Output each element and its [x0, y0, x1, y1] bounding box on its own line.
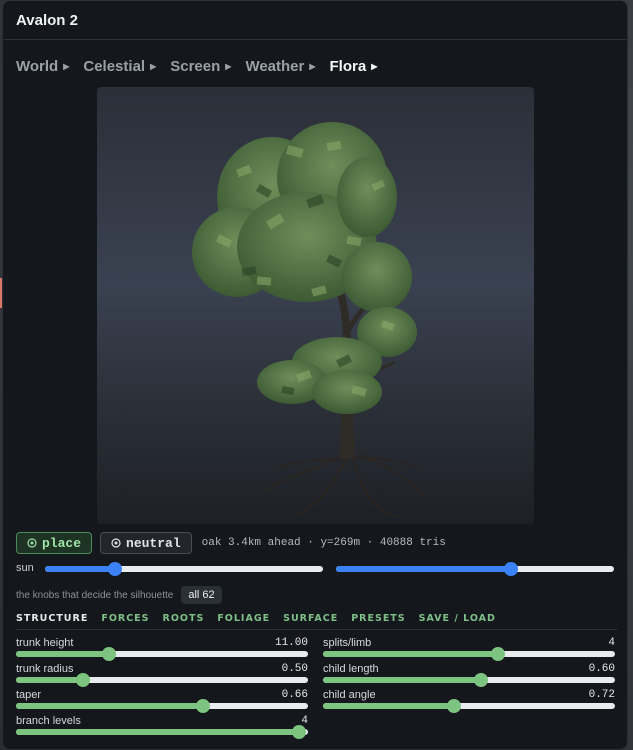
- tab-label: Celestial: [83, 58, 146, 75]
- settings-panel: Avalon 2 World ▶ Celestial ▶ Screen ▶ Weath…: [2, 0, 628, 750]
- tab-label: Screen: [170, 58, 221, 75]
- tab-roots[interactable]: ROOTS: [163, 613, 205, 624]
- slider-knob[interactable]: [76, 673, 91, 687]
- neutral-button-label: neutral: [126, 535, 181, 551]
- caret-right-icon: ▶: [371, 62, 378, 71]
- slider-fill: [16, 729, 300, 735]
- slider-fill: [16, 677, 84, 683]
- param-slider[interactable]: [323, 647, 615, 661]
- caret-right-icon: ▶: [63, 62, 70, 71]
- slider-fill: [323, 651, 499, 657]
- slider-fill: [16, 703, 203, 709]
- placement-status: oak 3.4km ahead · y=269m · 40888 tris: [201, 537, 446, 549]
- param-label: splits/limb: [323, 637, 372, 649]
- param-slider[interactable]: [16, 725, 308, 739]
- tab-celestial[interactable]: Celestial ▶: [83, 58, 156, 75]
- tab-forces[interactable]: FORCES: [101, 613, 149, 624]
- hint-text: the knobs that decide the silhouette: [16, 589, 174, 601]
- tab-structure[interactable]: STRUCTURE: [16, 613, 88, 624]
- slider-fill: [323, 703, 455, 709]
- category-tabs: World ▶ Celestial ▶ Screen ▶ Weather ▶ Flora…: [16, 58, 377, 75]
- sun-slider-right[interactable]: [336, 562, 614, 576]
- slider-knob[interactable]: [447, 699, 462, 713]
- param-slider[interactable]: [323, 699, 615, 713]
- param-slider[interactable]: [323, 673, 615, 687]
- tab-label: Flora: [329, 58, 367, 75]
- param-value: 0.60: [588, 663, 615, 675]
- caret-right-icon: ▶: [225, 62, 232, 71]
- slider-knob[interactable]: [491, 647, 506, 661]
- target-icon: [111, 538, 121, 548]
- tab-label: Weather: [245, 58, 305, 75]
- tab-save-load[interactable]: SAVE / LOAD: [419, 613, 496, 624]
- slider-fill: [45, 566, 115, 572]
- window-title: Avalon 2: [3, 1, 627, 40]
- param-slider[interactable]: [16, 673, 308, 687]
- slider-knob[interactable]: [504, 562, 519, 576]
- sun-slider-left[interactable]: [45, 562, 323, 576]
- tree-render: [192, 122, 428, 518]
- param-label: child angle: [323, 689, 376, 701]
- caret-right-icon: ▶: [150, 62, 157, 71]
- tab-presets[interactable]: PRESETS: [351, 613, 405, 624]
- param-label: trunk height: [16, 637, 74, 649]
- tab-screen[interactable]: Screen ▶: [170, 58, 231, 75]
- section-tabs: STRUCTURE FORCES ROOTS FOLIAGE SURFACE P…: [16, 613, 617, 630]
- slider-fill: [16, 651, 110, 657]
- slider-knob[interactable]: [292, 725, 307, 739]
- caret-right-icon: ▶: [309, 62, 316, 71]
- place-button[interactable]: place: [16, 532, 93, 554]
- slider-fill: [336, 566, 512, 572]
- param-label: taper: [16, 689, 42, 701]
- tab-flora[interactable]: Flora ▶: [330, 58, 378, 75]
- all-params-chip[interactable]: all 62: [181, 586, 222, 604]
- place-button-label: place: [42, 535, 82, 551]
- param-value: 11.00: [274, 637, 308, 649]
- placement-toolbar: place neutral oak 3.4km ahead · y=269m ·…: [16, 532, 446, 554]
- target-icon: [27, 538, 37, 548]
- param-value: 0.72: [588, 689, 615, 701]
- sun-label: sun: [16, 562, 34, 574]
- tab-surface[interactable]: SURFACE: [283, 613, 338, 624]
- param-value: 0.66: [281, 689, 308, 701]
- param-value: 4: [608, 637, 615, 649]
- slider-knob[interactable]: [473, 673, 488, 687]
- slider-knob[interactable]: [195, 699, 210, 713]
- sun-row: sun: [16, 562, 616, 576]
- tree-preview-viewport[interactable]: [97, 87, 534, 524]
- hint-row: the knobs that decide the silhouette all…: [16, 586, 222, 604]
- param-label: trunk radius: [16, 663, 74, 675]
- param-slider[interactable]: [16, 647, 308, 661]
- slider-knob[interactable]: [102, 647, 117, 661]
- slider-fill: [323, 677, 481, 683]
- param-label: branch levels: [16, 715, 81, 727]
- param-value: 0.50: [281, 663, 308, 675]
- slider-knob[interactable]: [107, 562, 122, 576]
- tab-world[interactable]: World ▶: [16, 58, 69, 75]
- param-label: child length: [323, 663, 379, 675]
- tab-weather[interactable]: Weather ▶: [245, 58, 315, 75]
- tab-label: World: [16, 58, 59, 75]
- param-slider[interactable]: [16, 699, 308, 713]
- tab-foliage[interactable]: FOLIAGE: [217, 613, 270, 624]
- neutral-button[interactable]: neutral: [100, 532, 192, 554]
